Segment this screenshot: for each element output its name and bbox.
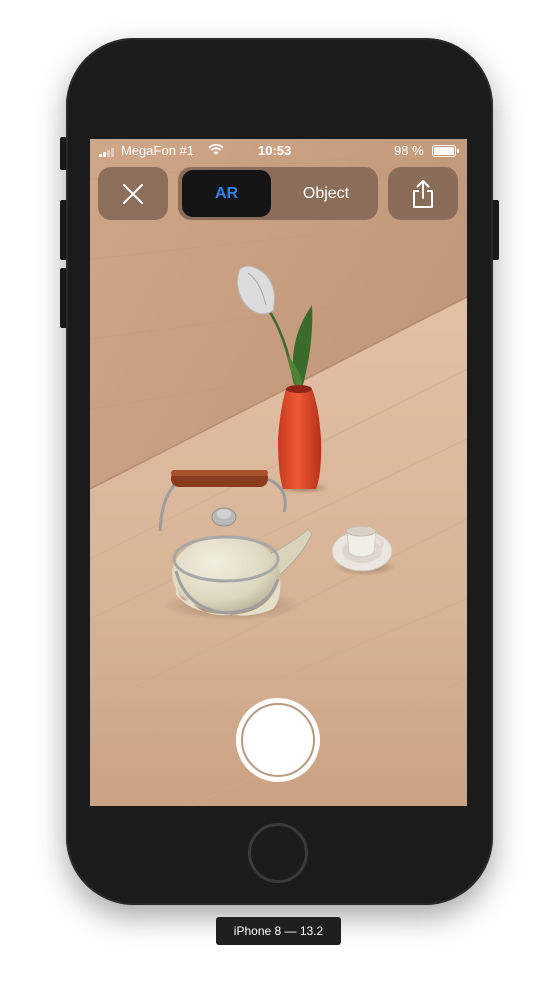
segment-object[interactable]: Object — [278, 170, 374, 217]
mode-segmented-control: AR Object — [178, 167, 378, 220]
close-icon — [123, 183, 143, 204]
carrier-label: MegaFon #1 — [121, 143, 194, 158]
segment-ar[interactable]: AR — [182, 170, 271, 217]
share-button[interactable] — [388, 167, 458, 220]
status-bar: MegaFon #1 10:53 98 % — [90, 139, 467, 163]
screen: MegaFon #1 10:53 98 % AR Object — [90, 139, 467, 806]
clock: 10:53 — [258, 143, 292, 158]
wifi-icon — [208, 143, 224, 159]
share-icon — [413, 179, 433, 208]
battery-icon — [432, 145, 459, 157]
power-button — [492, 200, 499, 260]
battery-percent: 98 % — [394, 143, 424, 158]
shutter-button[interactable] — [236, 698, 320, 782]
device-label: iPhone 8 — 13.2 — [216, 917, 341, 945]
shutter-ring — [241, 703, 315, 777]
close-button[interactable] — [98, 167, 168, 220]
home-button[interactable] — [248, 823, 308, 883]
signal-bars-icon — [99, 148, 114, 157]
simulator-window: MegaFon #1 10:53 98 % AR Object iPhone 8… — [0, 0, 559, 981]
